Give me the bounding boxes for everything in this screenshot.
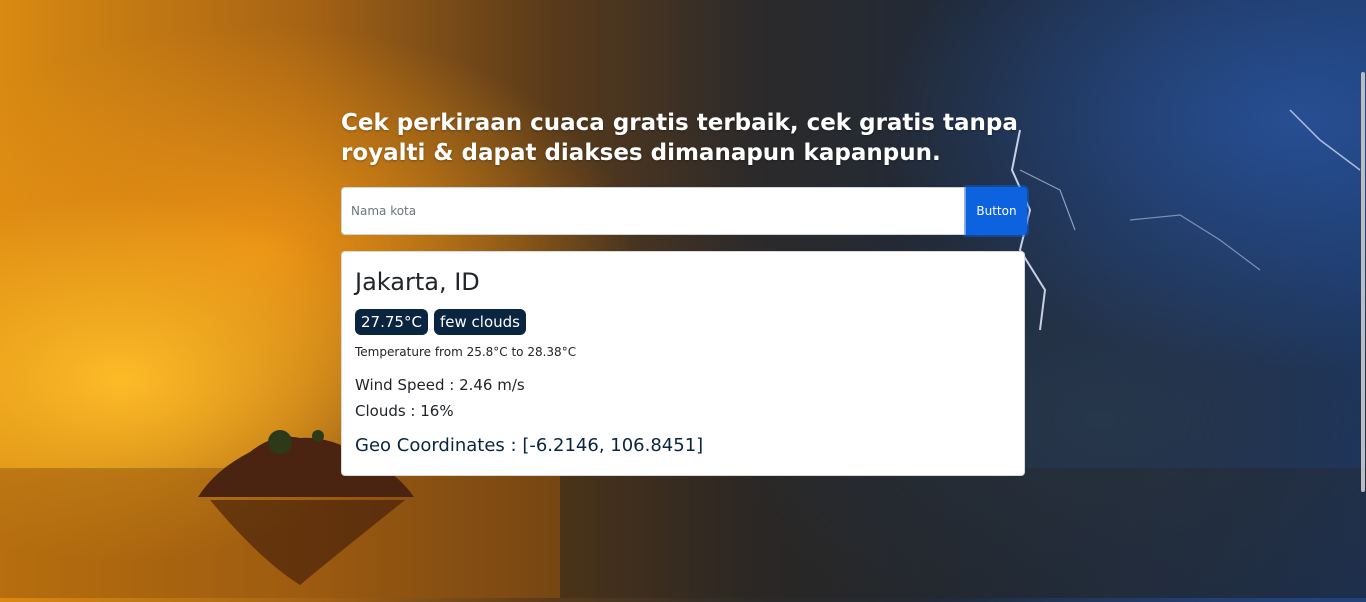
geo-coordinates: Geo Coordinates : [-6.2146, 106.8451] [355, 435, 704, 456]
cloud-coverage: Clouds : 16% [355, 402, 454, 420]
page-headline: Cek perkiraan cuaca gratis terbaik, cek … [341, 110, 1018, 166]
weather-card: Jakarta, ID 27.75°C few clouds Temperatu… [341, 251, 1025, 476]
island-trees [268, 430, 292, 454]
sea-reflection [0, 470, 560, 598]
temperature-badge: 27.75°C [355, 309, 428, 335]
wind-speed: Wind Speed : 2.46 m/s [355, 376, 525, 394]
lightning-branch-right [1129, 214, 1261, 271]
search-form: Button [341, 187, 1027, 235]
weather-badges: 27.75°C few clouds [355, 309, 527, 335]
lightning-bolt-right [1289, 109, 1361, 171]
condition-badge: few clouds [434, 309, 526, 335]
city-search-input[interactable] [341, 187, 966, 235]
scrollbar[interactable] [1361, 72, 1365, 492]
temperature-range: Temperature from 25.8°C to 28.38°C [355, 345, 577, 359]
island-palm [312, 430, 324, 442]
sea [0, 468, 1366, 598]
city-name: Jakarta, ID [355, 268, 480, 296]
search-button[interactable]: Button [966, 187, 1027, 235]
island-reflection [210, 500, 405, 585]
lightning-branch [1019, 169, 1076, 231]
